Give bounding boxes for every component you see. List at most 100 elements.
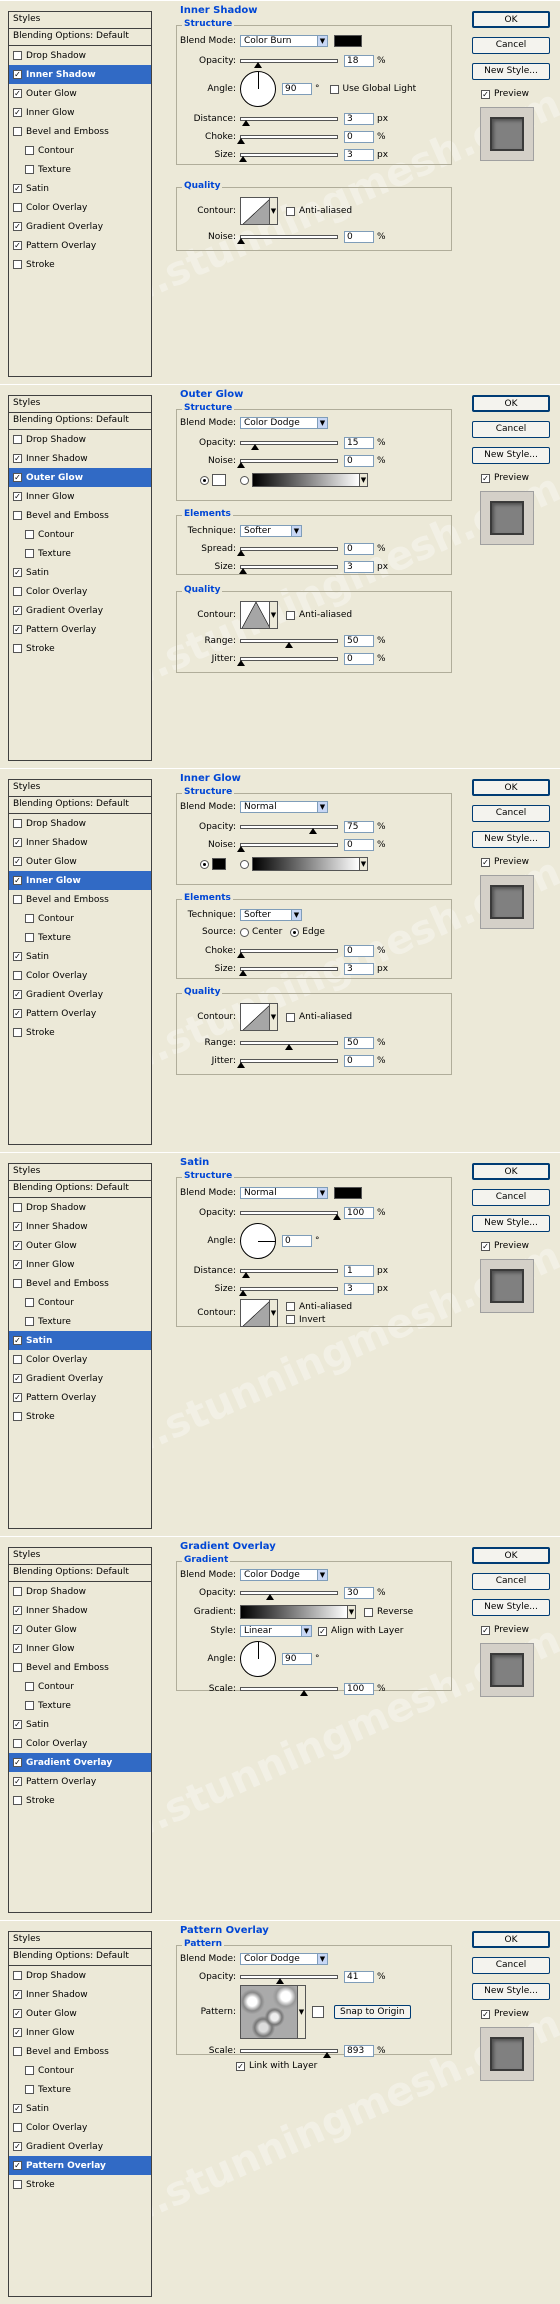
- size-slider[interactable]: [238, 153, 338, 162]
- link-layer-checkbox[interactable]: ✓ Link with Layer: [236, 2061, 317, 2071]
- cancel-button[interactable]: Cancel: [472, 1573, 550, 1590]
- technique-select[interactable]: Softer ▼: [240, 525, 302, 537]
- style-checkbox[interactable]: [13, 1355, 22, 1364]
- styles-item[interactable]: Contour: [9, 1677, 151, 1696]
- style-checkbox[interactable]: ✓: [13, 473, 22, 482]
- blending-options[interactable]: Blending Options: Default: [9, 1949, 151, 1966]
- glow-gradient[interactable]: [252, 473, 360, 487]
- checkbox[interactable]: [286, 1012, 295, 1022]
- slider-thumb[interactable]: [237, 846, 245, 852]
- blending-options[interactable]: Blending Options: Default: [9, 29, 151, 46]
- style-checkbox[interactable]: [25, 914, 34, 923]
- style-checkbox[interactable]: [13, 1412, 22, 1421]
- styles-item[interactable]: ✓ Inner Glow: [9, 1255, 151, 1274]
- slider-thumb[interactable]: [237, 660, 245, 666]
- chevron-down-icon[interactable]: ▼: [317, 1188, 327, 1198]
- styles-item[interactable]: ✓ Inner Glow: [9, 487, 151, 506]
- ok-button[interactable]: OK: [472, 1547, 550, 1564]
- style-checkbox[interactable]: ✓: [13, 454, 22, 463]
- styles-item[interactable]: ✓ Inner Glow: [9, 2023, 151, 2042]
- slider-thumb[interactable]: [238, 568, 247, 574]
- distance-slider[interactable]: [240, 1269, 338, 1278]
- slider-thumb[interactable]: [254, 62, 263, 68]
- styles-item[interactable]: Drop Shadow: [9, 1582, 151, 1601]
- styles-item[interactable]: Drop Shadow: [9, 814, 151, 833]
- opacity-slider[interactable]: [240, 825, 338, 834]
- size-slider[interactable]: [238, 1287, 338, 1296]
- opacity-field[interactable]: 15: [344, 437, 374, 449]
- angle-dial[interactable]: [240, 1223, 276, 1259]
- gradient-dropdown-icon[interactable]: ▼: [360, 473, 368, 487]
- anti-aliased-checkbox[interactable]: Anti-aliased: [286, 1302, 352, 1312]
- style-checkbox[interactable]: [13, 2123, 22, 2132]
- opacity-slider[interactable]: [240, 1591, 338, 1600]
- contour-preview[interactable]: [240, 1003, 270, 1031]
- styles-item[interactable]: Stroke: [9, 1407, 151, 1426]
- ok-button[interactable]: OK: [472, 1931, 550, 1948]
- style-checkbox[interactable]: [13, 435, 22, 444]
- chevron-down-icon[interactable]: ▼: [317, 1954, 327, 1964]
- slider-thumb[interactable]: [237, 952, 245, 958]
- blending-options[interactable]: Blending Options: Default: [9, 1565, 151, 1582]
- styles-item[interactable]: ✓ Inner Shadow: [9, 1601, 151, 1620]
- style-checkbox[interactable]: ✓: [13, 241, 22, 250]
- noise-slider[interactable]: [237, 235, 338, 244]
- style-checkbox[interactable]: ✓: [13, 838, 22, 847]
- styles-item[interactable]: Stroke: [9, 255, 151, 274]
- noise-slider[interactable]: [237, 459, 338, 468]
- preview-checkbox[interactable]: ✓ Preview: [481, 89, 529, 99]
- styles-item[interactable]: ✓ Satin: [9, 947, 151, 966]
- chevron-down-icon[interactable]: ▼: [317, 802, 327, 812]
- styles-item[interactable]: Bevel and Emboss: [9, 2042, 151, 2061]
- style-checkbox[interactable]: [13, 644, 22, 653]
- checkbox[interactable]: ✓: [481, 1625, 490, 1635]
- style-select[interactable]: Linear ▼: [240, 1625, 312, 1637]
- angle-dial[interactable]: [240, 71, 276, 107]
- styles-item[interactable]: Contour: [9, 141, 151, 160]
- invert-checkbox[interactable]: Invert: [286, 1315, 352, 1325]
- size-field[interactable]: 3: [344, 149, 374, 161]
- slider-thumb[interactable]: [300, 1690, 309, 1696]
- style-checkbox[interactable]: ✓: [13, 952, 22, 961]
- styles-item[interactable]: Stroke: [9, 639, 151, 658]
- styles-item[interactable]: ✓ Gradient Overlay: [9, 601, 151, 620]
- style-checkbox[interactable]: ✓: [13, 857, 22, 866]
- angle-field[interactable]: 90: [282, 1653, 312, 1665]
- distance-field[interactable]: 3: [344, 113, 374, 125]
- styles-item[interactable]: ✓ Gradient Overlay: [9, 1369, 151, 1388]
- size-field[interactable]: 3: [344, 561, 374, 573]
- styles-item[interactable]: Color Overlay: [9, 966, 151, 985]
- glow-gradient[interactable]: [252, 857, 360, 871]
- color-radio[interactable]: [200, 475, 209, 485]
- style-checkbox[interactable]: ✓: [13, 70, 22, 79]
- cancel-button[interactable]: Cancel: [472, 421, 550, 438]
- distance-slider[interactable]: [240, 117, 338, 126]
- style-checkbox[interactable]: [25, 549, 34, 558]
- styles-item[interactable]: ✓ Satin: [9, 563, 151, 582]
- styles-item[interactable]: Contour: [9, 909, 151, 928]
- slider-thumb[interactable]: [238, 156, 247, 162]
- spread-field[interactable]: 0: [344, 543, 374, 555]
- cancel-button[interactable]: Cancel: [472, 1189, 550, 1206]
- pattern-dropdown-icon[interactable]: ▼: [298, 1985, 306, 2039]
- size-slider[interactable]: [238, 967, 338, 976]
- contour-dropdown-icon[interactable]: ▼: [270, 1003, 278, 1031]
- style-checkbox[interactable]: [25, 165, 34, 174]
- style-checkbox[interactable]: [13, 587, 22, 596]
- style-checkbox[interactable]: [25, 1701, 34, 1710]
- styles-item[interactable]: Color Overlay: [9, 1734, 151, 1753]
- scale-slider[interactable]: [240, 2049, 338, 2058]
- styles-item[interactable]: ✓ Inner Shadow: [9, 449, 151, 468]
- checkbox[interactable]: [286, 610, 295, 620]
- style-checkbox[interactable]: ✓: [13, 89, 22, 98]
- styles-item[interactable]: Texture: [9, 160, 151, 179]
- styles-item[interactable]: ✓ Inner Glow: [9, 1639, 151, 1658]
- chevron-down-icon[interactable]: ▼: [317, 1570, 327, 1580]
- styles-item[interactable]: Drop Shadow: [9, 430, 151, 449]
- blend-mode-select[interactable]: Color Burn ▼: [240, 35, 328, 47]
- center-radio[interactable]: [240, 927, 249, 937]
- style-checkbox[interactable]: ✓: [13, 1606, 22, 1615]
- ok-button[interactable]: OK: [472, 779, 550, 796]
- chevron-down-icon[interactable]: ▼: [291, 910, 301, 920]
- color-swatch[interactable]: [334, 35, 362, 47]
